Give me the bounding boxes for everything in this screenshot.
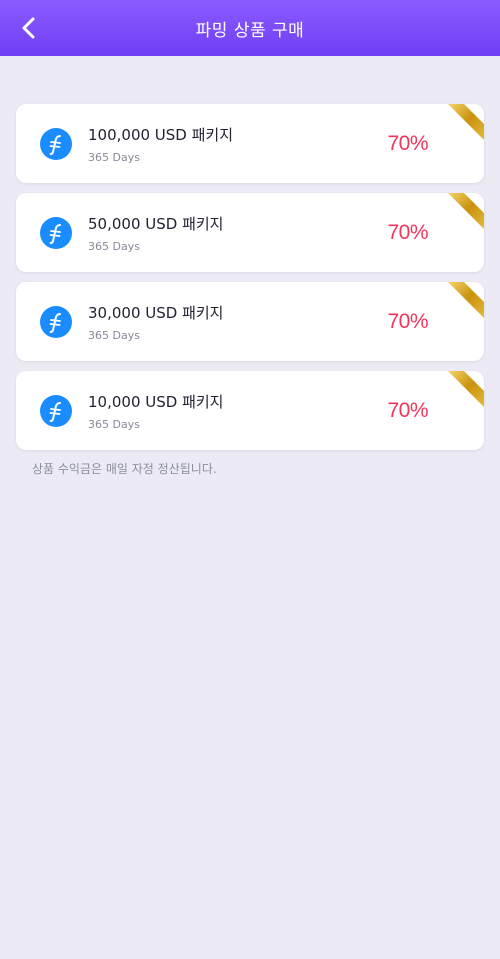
gold-ribbon-icon [448, 104, 484, 140]
filecoin-icon [40, 127, 72, 160]
package-duration: 365 Days [88, 150, 140, 164]
settlement-note: 상품 수익금은 매일 자정 정산됩니다. [32, 462, 217, 476]
app-header: 파밍 상품 구매 [0, 0, 500, 56]
package-card[interactable]: 50,000 USD 패키지 365 Days 70% [16, 193, 484, 272]
package-duration: 365 Days [88, 239, 140, 253]
gold-ribbon-icon [448, 371, 484, 407]
package-name: 30,000 USD 패키지 [88, 303, 224, 322]
package-info: 50,000 USD 패키지 365 Days [88, 213, 387, 253]
package-rate: 70% [387, 131, 428, 155]
back-button[interactable] [14, 14, 42, 42]
package-name: 100,000 USD 패키지 [88, 125, 234, 144]
package-card[interactable]: 10,000 USD 패키지 365 Days 70% [16, 371, 484, 450]
package-info: 30,000 USD 패키지 365 Days [88, 302, 387, 342]
chevron-left-icon [22, 17, 35, 39]
package-info: 100,000 USD 패키지 365 Days [88, 124, 387, 164]
package-duration: 365 Days [88, 417, 140, 431]
package-card[interactable]: 100,000 USD 패키지 365 Days 70% [16, 104, 484, 183]
package-list: 100,000 USD 패키지 365 Days 70% 50,000 USD … [0, 56, 500, 477]
package-name: 50,000 USD 패키지 [88, 214, 224, 233]
package-duration: 365 Days [88, 328, 140, 342]
package-rate: 70% [387, 398, 428, 422]
package-name: 10,000 USD 패키지 [88, 392, 224, 411]
gold-ribbon-icon [448, 193, 484, 229]
package-card[interactable]: 30,000 USD 패키지 365 Days 70% [16, 282, 484, 361]
gold-ribbon-icon [448, 282, 484, 318]
filecoin-icon [40, 305, 72, 338]
package-info: 10,000 USD 패키지 365 Days [88, 391, 387, 431]
page-title: 파밍 상품 구매 [195, 20, 305, 41]
filecoin-icon [40, 394, 72, 427]
filecoin-icon [40, 216, 72, 249]
package-rate: 70% [387, 220, 428, 244]
package-rate: 70% [387, 309, 428, 333]
